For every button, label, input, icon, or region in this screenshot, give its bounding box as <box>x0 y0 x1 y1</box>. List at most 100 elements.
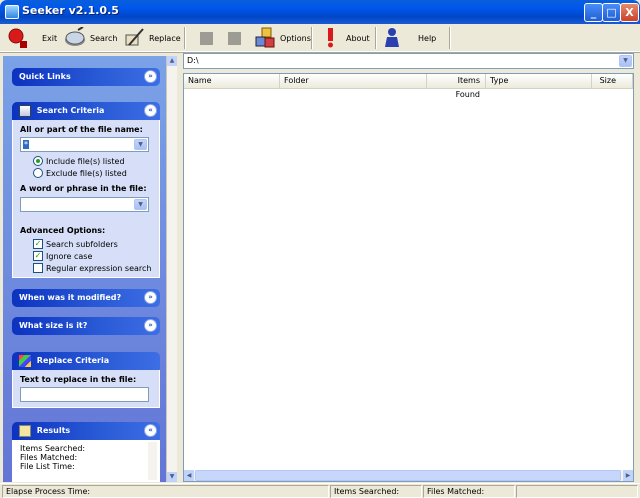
column-type[interactable]: Type <box>486 74 592 88</box>
regex-checkbox[interactable]: Regular expression search <box>33 263 152 273</box>
expand-chevron-icon[interactable]: » <box>144 291 157 304</box>
search-criteria-body: All or part of the file name: * ▼ Includ… <box>12 120 160 278</box>
options-label: Options <box>280 33 311 43</box>
regex-label: Regular expression search <box>46 263 152 273</box>
status-files-matched: Files Matched: <box>423 485 515 498</box>
replace-criteria-body: Text to replace in the file: <box>12 370 160 408</box>
expand-chevron-icon[interactable]: » <box>144 70 157 83</box>
modified-title: When was it modified? <box>19 293 122 302</box>
check-icon: ✓ <box>33 251 43 261</box>
replace-label: Replace <box>149 33 181 43</box>
search-criteria-header[interactable]: Search Criteria « <box>12 102 160 120</box>
window-title: Seeker v2.1.0.5 <box>22 4 119 17</box>
path-value: D:\ <box>187 56 199 65</box>
check-icon: ✓ <box>33 239 43 249</box>
search-label: Search <box>90 33 118 43</box>
column-items-found[interactable]: Items Found <box>427 74 486 99</box>
replace-criteria-header[interactable]: Replace Criteria <box>12 352 160 370</box>
include-label: Include file(s) listed <box>46 156 125 166</box>
size-header[interactable]: What size is it? » <box>12 317 160 335</box>
exclude-label: Exclude file(s) listed <box>46 168 127 178</box>
subfolders-label: Search subfolders <box>46 239 118 249</box>
maximize-button[interactable]: □ <box>602 3 621 22</box>
toolbar: Exit Search Replace Options About Help <box>0 24 640 52</box>
about-button[interactable]: About <box>320 26 370 50</box>
replace-button[interactable]: Replace <box>123 26 181 50</box>
results-header[interactable]: Results « <box>12 422 160 440</box>
maximize-icon: □ <box>606 6 617 19</box>
title-bar: Seeker v2.1.0.5 _ □ X <box>0 0 640 24</box>
path-combo[interactable]: D:\ ▼ <box>183 53 634 69</box>
toolbar-separator <box>184 27 185 49</box>
windows-flag-icon <box>19 354 31 367</box>
list-header: Name Folder Items Found Type Size <box>184 74 633 99</box>
disabled-icon <box>228 31 241 45</box>
chevron-down-icon[interactable]: ▼ <box>619 55 632 67</box>
close-icon: X <box>625 6 634 19</box>
toolbar-separator <box>449 27 450 49</box>
phrase-label: A word or phrase in the file: <box>20 184 147 193</box>
filename-value: * <box>23 140 29 149</box>
radio-indicator <box>33 168 43 178</box>
toolbar-separator <box>311 27 312 49</box>
results-list[interactable]: Name Folder Items Found Type Size ◀ ▶ <box>183 73 634 482</box>
stop-icon <box>8 28 27 48</box>
results-body: Items Searched: Files Matched: File List… <box>12 440 160 482</box>
results-items-searched: Items Searched: <box>20 444 86 453</box>
advanced-options-label: Advanced Options: <box>20 226 106 235</box>
include-radio[interactable]: Include file(s) listed <box>33 156 125 166</box>
task-pane-scrollbar[interactable]: ▲ ▼ <box>166 56 177 482</box>
expand-chevron-icon[interactable]: » <box>144 319 157 332</box>
column-size[interactable]: Size <box>592 74 633 88</box>
cubes-icon <box>255 27 275 48</box>
app-icon <box>5 5 19 19</box>
horizontal-scroll-thumb[interactable] <box>195 470 621 481</box>
results-scrollbar[interactable] <box>148 442 157 480</box>
disabled-button-2[interactable] <box>228 26 241 50</box>
ignore-case-checkbox[interactable]: ✓ Ignore case <box>33 251 92 261</box>
replace-text-label: Text to replace in the file: <box>20 375 137 384</box>
options-button[interactable]: Options <box>254 26 311 50</box>
results-title: Results <box>36 426 71 435</box>
exit-button[interactable]: Exit <box>6 26 57 50</box>
radio-indicator <box>33 156 43 166</box>
about-label: About <box>346 33 370 43</box>
exit-label: Exit <box>42 33 58 43</box>
toolbar-separator <box>375 27 376 49</box>
filename-label: All or part of the file name: <box>20 125 143 134</box>
filename-combo[interactable]: * ▼ <box>20 137 149 152</box>
exclude-radio[interactable]: Exclude file(s) listed <box>33 168 127 178</box>
disabled-button-1[interactable] <box>200 26 213 50</box>
scroll-left-icon[interactable]: ◀ <box>184 470 194 481</box>
search-button[interactable]: Search <box>64 26 117 50</box>
list-horizontal-scrollbar[interactable]: ◀ ▶ <box>184 470 633 481</box>
results-files-matched: Files Matched: <box>20 453 78 462</box>
collapse-chevron-icon[interactable]: « <box>144 424 157 437</box>
results-file-list-time: File List Time: <box>20 462 75 471</box>
minimize-button[interactable]: _ <box>584 3 603 22</box>
ignore-case-label: Ignore case <box>46 251 93 261</box>
chevron-down-icon[interactable]: ▼ <box>134 139 147 150</box>
magnifier-icon <box>65 27 85 46</box>
phrase-combo[interactable]: ▼ <box>20 197 149 212</box>
help-button[interactable]: Help <box>382 26 436 50</box>
chevron-down-icon[interactable]: ▼ <box>134 199 147 210</box>
scroll-down-icon[interactable]: ▼ <box>167 472 177 482</box>
status-bar: Elapse Process Time: Items Searched: Fil… <box>0 483 640 498</box>
status-panel-empty <box>516 485 638 498</box>
minimize-icon: _ <box>590 6 597 19</box>
replace-icon <box>125 28 144 46</box>
replace-text-input[interactable] <box>20 387 149 402</box>
quick-links-header[interactable]: Quick Links » <box>12 68 160 86</box>
help-figure-icon <box>385 28 399 47</box>
collapse-chevron-icon[interactable]: « <box>144 104 157 117</box>
empty-checkbox <box>33 263 43 273</box>
close-button[interactable]: X <box>620 3 639 22</box>
modified-header[interactable]: When was it modified? » <box>12 289 160 307</box>
scroll-up-icon[interactable]: ▲ <box>167 56 177 66</box>
exclamation-icon <box>328 28 333 48</box>
column-folder[interactable]: Folder <box>280 74 427 88</box>
scroll-right-icon[interactable]: ▶ <box>623 470 633 481</box>
column-name[interactable]: Name <box>184 74 280 88</box>
subfolders-checkbox[interactable]: ✓ Search subfolders <box>33 239 118 249</box>
